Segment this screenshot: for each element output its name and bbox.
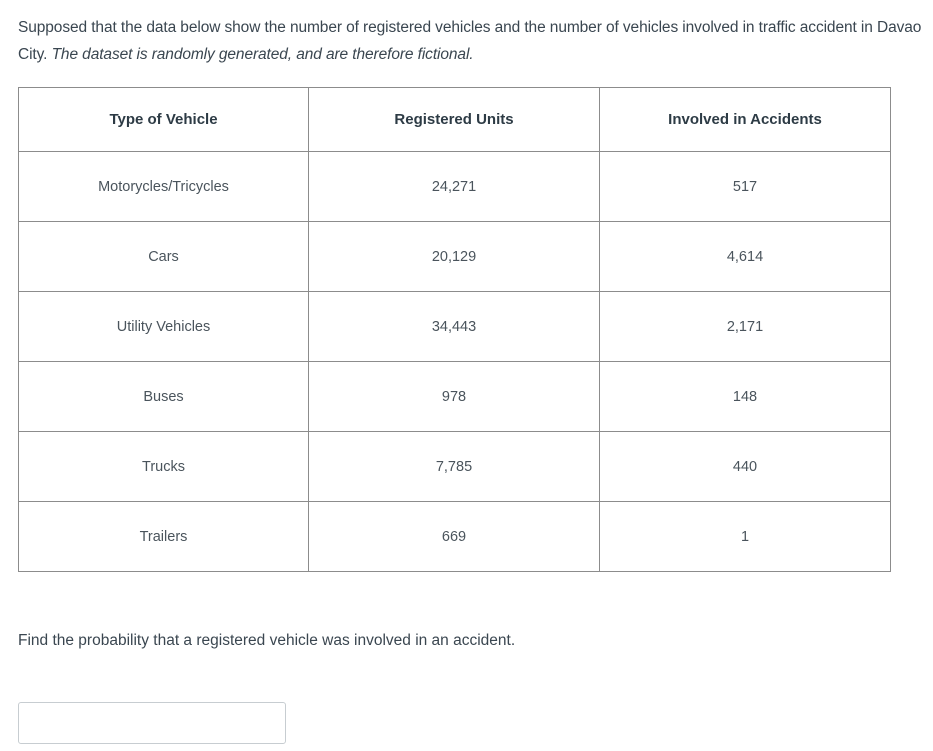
problem-intro: Supposed that the data below show the nu… xyxy=(18,14,923,68)
cell-involved-accidents: 148 xyxy=(599,361,891,432)
vehicle-accident-table: Type of Vehicle Registered Units Involve… xyxy=(18,87,891,572)
table-header-row: Type of Vehicle Registered Units Involve… xyxy=(18,87,891,152)
header-involved-accidents: Involved in Accidents xyxy=(599,87,891,152)
cell-registered-units: 7,785 xyxy=(308,431,600,502)
cell-registered-units: 34,443 xyxy=(308,291,600,362)
table-row: Trucks 7,785 440 xyxy=(18,431,891,502)
cell-registered-units: 669 xyxy=(308,501,600,572)
header-registered-units: Registered Units xyxy=(308,87,600,152)
table-row: Trailers 669 1 xyxy=(18,501,891,572)
cell-vehicle-type: Trucks xyxy=(18,431,309,502)
cell-involved-accidents: 440 xyxy=(599,431,891,502)
cell-vehicle-type: Motorycles/Tricycles xyxy=(18,151,309,222)
table-row: Buses 978 148 xyxy=(18,361,891,432)
table-row: Utility Vehicles 34,443 2,171 xyxy=(18,291,891,362)
cell-registered-units: 20,129 xyxy=(308,221,600,292)
header-vehicle-type: Type of Vehicle xyxy=(18,87,309,152)
cell-registered-units: 978 xyxy=(308,361,600,432)
cell-vehicle-type: Trailers xyxy=(18,501,309,572)
cell-involved-accidents: 4,614 xyxy=(599,221,891,292)
cell-involved-accidents: 1 xyxy=(599,501,891,572)
cell-vehicle-type: Cars xyxy=(18,221,309,292)
table-row: Cars 20,129 4,614 xyxy=(18,221,891,292)
cell-registered-units: 24,271 xyxy=(308,151,600,222)
intro-italic-note: The dataset is randomly generated, and a… xyxy=(51,46,474,63)
cell-involved-accidents: 2,171 xyxy=(599,291,891,362)
cell-vehicle-type: Utility Vehicles xyxy=(18,291,309,362)
question-prompt: Find the probability that a registered v… xyxy=(18,632,516,649)
answer-input[interactable] xyxy=(18,702,286,744)
cell-vehicle-type: Buses xyxy=(18,361,309,432)
table-row: Motorycles/Tricycles 24,271 517 xyxy=(18,151,891,222)
cell-involved-accidents: 517 xyxy=(599,151,891,222)
